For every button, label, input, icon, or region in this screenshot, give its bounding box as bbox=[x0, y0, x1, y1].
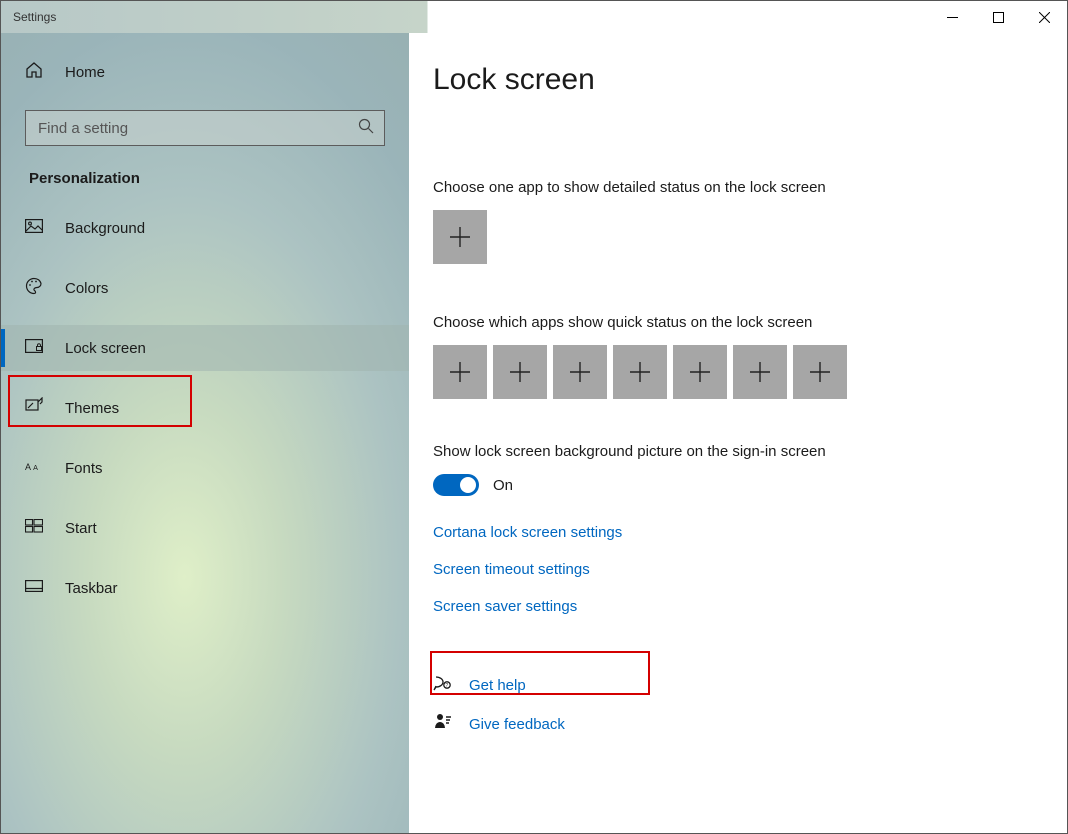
sidebar-item-label: Colors bbox=[65, 280, 108, 297]
taskbar-icon bbox=[25, 579, 43, 597]
add-quick-app-button[interactable] bbox=[493, 345, 547, 399]
themes-icon bbox=[25, 397, 43, 420]
sidebar-item-lock-screen[interactable]: Lock screen bbox=[1, 325, 409, 371]
sidebar-item-label: Taskbar bbox=[65, 580, 118, 597]
titlebar: Settings bbox=[1, 1, 1067, 33]
lock-screen-icon bbox=[25, 339, 43, 358]
picture-icon bbox=[25, 219, 43, 238]
sidebar-item-label: Themes bbox=[65, 400, 119, 417]
page-title: Lock screen bbox=[433, 63, 1035, 97]
screen-saver-link[interactable]: Screen saver settings bbox=[433, 598, 1035, 615]
sidebar-item-label: Start bbox=[65, 520, 97, 537]
add-quick-app-button[interactable] bbox=[793, 345, 847, 399]
home-label: Home bbox=[65, 64, 105, 81]
fonts-icon: AA bbox=[25, 459, 43, 477]
plus-icon bbox=[689, 361, 711, 383]
search-icon bbox=[358, 118, 374, 139]
add-quick-app-button[interactable] bbox=[733, 345, 787, 399]
plus-icon bbox=[449, 226, 471, 248]
add-quick-app-button[interactable] bbox=[673, 345, 727, 399]
add-quick-app-button[interactable] bbox=[433, 345, 487, 399]
sidebar-item-fonts[interactable]: AA Fonts bbox=[1, 445, 409, 491]
sidebar-item-colors[interactable]: Colors bbox=[1, 265, 409, 311]
screen-timeout-link[interactable]: Screen timeout settings bbox=[433, 561, 1035, 578]
minimize-button[interactable] bbox=[929, 1, 975, 33]
main-content: Lock screen Choose one app to show detai… bbox=[409, 33, 1067, 833]
signin-bg-label: Show lock screen background picture on t… bbox=[433, 443, 1035, 460]
sidebar-item-label: Lock screen bbox=[65, 340, 146, 357]
svg-text:A: A bbox=[25, 462, 31, 472]
close-button[interactable] bbox=[1021, 1, 1067, 33]
sidebar: Home Personalization Background Colors L… bbox=[1, 33, 409, 833]
sidebar-item-label: Background bbox=[65, 220, 145, 237]
plus-icon bbox=[809, 361, 831, 383]
window-title: Settings bbox=[1, 10, 56, 24]
sidebar-item-label: Fonts bbox=[65, 460, 103, 477]
sidebar-item-themes[interactable]: Themes bbox=[1, 385, 409, 431]
give-feedback-link[interactable]: Give feedback bbox=[469, 716, 565, 733]
sidebar-item-background[interactable]: Background bbox=[1, 205, 409, 251]
palette-icon bbox=[25, 277, 43, 300]
quick-status-label: Choose which apps show quick status on t… bbox=[433, 314, 1035, 331]
search-input-container[interactable] bbox=[25, 110, 385, 146]
maximize-button[interactable] bbox=[975, 1, 1021, 33]
search-input[interactable] bbox=[38, 120, 358, 137]
quick-status-row bbox=[433, 345, 1035, 399]
plus-icon bbox=[509, 361, 531, 383]
start-icon bbox=[25, 519, 43, 538]
plus-icon bbox=[749, 361, 771, 383]
signin-bg-toggle[interactable] bbox=[433, 474, 479, 496]
cortana-settings-link[interactable]: Cortana lock screen settings bbox=[433, 524, 1035, 541]
detailed-status-label: Choose one app to show detailed status o… bbox=[433, 179, 1035, 196]
add-quick-app-button[interactable] bbox=[613, 345, 667, 399]
category-heading: Personalization bbox=[1, 170, 409, 205]
plus-icon bbox=[569, 361, 591, 383]
svg-text:A: A bbox=[33, 463, 38, 472]
help-icon: ? bbox=[433, 673, 453, 698]
toggle-state-label: On bbox=[493, 477, 513, 494]
add-quick-app-button[interactable] bbox=[553, 345, 607, 399]
home-nav[interactable]: Home bbox=[1, 53, 409, 92]
get-help-link[interactable]: Get help bbox=[469, 677, 526, 694]
svg-text:?: ? bbox=[445, 683, 448, 689]
sidebar-item-taskbar[interactable]: Taskbar bbox=[1, 565, 409, 611]
home-icon bbox=[25, 61, 43, 84]
plus-icon bbox=[449, 361, 471, 383]
feedback-icon bbox=[433, 712, 453, 737]
add-detailed-app-button[interactable] bbox=[433, 210, 487, 264]
plus-icon bbox=[629, 361, 651, 383]
sidebar-item-start[interactable]: Start bbox=[1, 505, 409, 551]
